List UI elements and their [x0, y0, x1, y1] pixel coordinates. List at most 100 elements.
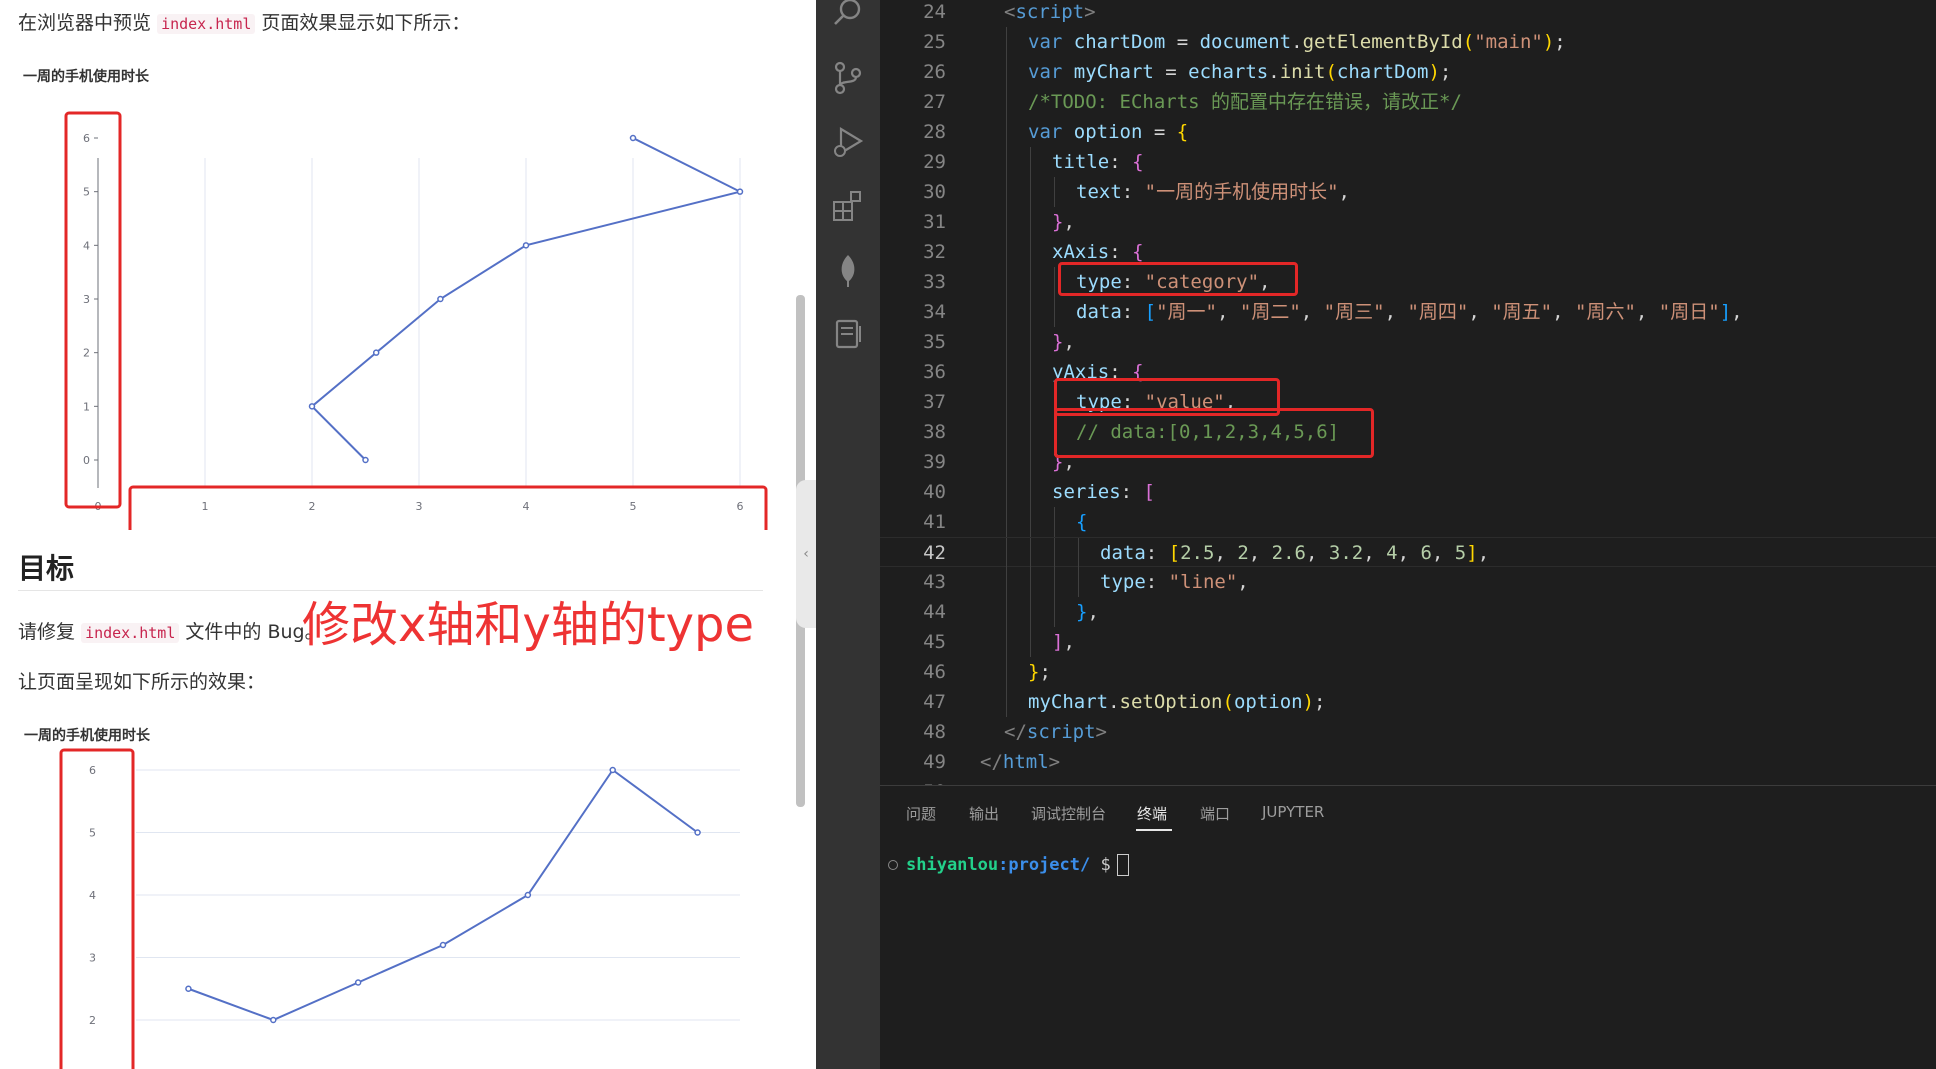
- code-token: myChart: [1073, 61, 1154, 83]
- indent-guide: [1006, 267, 1007, 297]
- code-token: ,: [1635, 301, 1659, 323]
- tab-debug-console[interactable]: 调试控制台: [1031, 803, 1106, 824]
- fix-instruction: 请修复 index.html 文件中的 Bug。: [18, 617, 324, 644]
- tab-terminal[interactable]: 终端: [1137, 803, 1167, 824]
- x-tick-label: 3: [416, 500, 423, 513]
- code-token: ,: [1397, 542, 1421, 564]
- terminal-prompt[interactable]: shiyanlou:project/ $: [906, 854, 1129, 876]
- code-token: ): [1302, 691, 1315, 713]
- data-point: [609, 766, 616, 774]
- code-token: {: [1176, 121, 1189, 143]
- data-point: [694, 829, 701, 836]
- search-icon[interactable]: [830, 0, 866, 32]
- code-line[interactable]: 28 var option = {: [880, 117, 1936, 147]
- y-tick-label: 2: [89, 1014, 96, 1027]
- y-tick-label: 4: [83, 239, 90, 252]
- code-line[interactable]: 43 type: "line",: [880, 567, 1936, 597]
- preview-prefix: 在浏览器中预览: [18, 12, 152, 34]
- source-control-icon[interactable]: [830, 60, 866, 96]
- indent-guide: [1030, 387, 1031, 417]
- code-line[interactable]: 36 yAxis: {: [880, 357, 1936, 387]
- code-token: ,: [1363, 542, 1387, 564]
- code-line[interactable]: 30 text: "一周的手机使用时长",: [880, 177, 1936, 207]
- y-tick-label: 3: [83, 293, 90, 306]
- code-line[interactable]: 38// data:[0,1,2,3,4,5,6]: [880, 417, 1936, 447]
- code-line[interactable]: 34 data: ["周一", "周二", "周三", "周四", "周五", "…: [880, 297, 1936, 327]
- indent-guide: [1078, 567, 1079, 597]
- code-token: ,: [1063, 331, 1075, 353]
- code-line[interactable]: 42 data: [2.5, 2, 2.6, 3.2, 4, 6, 5],: [880, 537, 1936, 568]
- code-line[interactable]: 33 type: "category",: [880, 267, 1936, 297]
- code-token: :: [1145, 571, 1169, 593]
- indent-guide: [1006, 327, 1007, 357]
- code-text: {: [1076, 507, 1087, 537]
- active-tab-indicator: [1136, 829, 1172, 831]
- code-token: script: [1026, 721, 1096, 743]
- code-line[interactable]: 35},: [880, 327, 1936, 357]
- panel-collapse-handle[interactable]: ‹: [796, 480, 816, 628]
- tab-problems[interactable]: 问题: [906, 803, 936, 824]
- x-tick-label: 6: [737, 500, 744, 513]
- code-token: ,: [1552, 301, 1576, 323]
- code-line[interactable]: 47 myChart.setOption(option);: [880, 687, 1936, 717]
- code-text: },: [1052, 207, 1075, 237]
- code-line[interactable]: 49 </html>: [880, 747, 1936, 777]
- tab-ports[interactable]: 端口: [1200, 803, 1230, 824]
- code-token: ): [1542, 31, 1555, 53]
- indent-guide: [1006, 357, 1007, 387]
- code-token: ;: [1314, 691, 1326, 713]
- line-number: 49: [923, 751, 946, 773]
- code-token: .: [1268, 61, 1280, 83]
- code-token: ,: [1248, 542, 1272, 564]
- line-number: 48: [923, 721, 946, 743]
- code-line[interactable]: 24 <script>: [880, 0, 1936, 27]
- code-line[interactable]: 32 xAxis: {: [880, 237, 1936, 267]
- indent-guide: [1030, 567, 1031, 597]
- line-number: 29: [923, 151, 946, 173]
- y-tick-label: 2: [83, 347, 90, 360]
- line-number: 32: [923, 241, 946, 263]
- code-line[interactable]: 40 series: [: [880, 477, 1936, 507]
- code-line[interactable]: 50: [880, 777, 1936, 785]
- code-line[interactable]: 48 </script>: [880, 717, 1936, 747]
- activity-bar: [816, 0, 880, 1069]
- code-line[interactable]: 41 {: [880, 507, 1936, 537]
- y-tick-label: 5: [83, 186, 90, 199]
- handwritten-annotation: 修改x轴和y轴的type: [302, 597, 755, 653]
- code-text: var chartDom = document.getElementById("…: [1028, 27, 1566, 57]
- indent-guide: [1006, 207, 1007, 237]
- code-token: =: [1165, 31, 1200, 53]
- tab-jupyter[interactable]: JUPYTER: [1262, 803, 1324, 821]
- indent-guide: [1006, 117, 1007, 147]
- code-line[interactable]: 27 /*TODO: ECharts 的配置中存在错误，请改正*/: [880, 87, 1936, 117]
- indent-guide: [1054, 507, 1055, 537]
- indent-guide: [1030, 357, 1031, 387]
- indent-guide: [1006, 477, 1007, 507]
- code-line[interactable]: 26 var myChart = echarts.init(chartDom);: [880, 57, 1936, 87]
- notebook-icon[interactable]: [830, 316, 866, 352]
- code-token: :: [1109, 241, 1133, 263]
- code-line[interactable]: 39},: [880, 447, 1936, 477]
- code-line[interactable]: 45],: [880, 627, 1936, 657]
- indent-guide: [1030, 627, 1031, 657]
- code-editor[interactable]: 24 <script> 25 var chartDom = document.getE…: [880, 0, 1936, 785]
- code-line[interactable]: 46};: [880, 657, 1936, 687]
- code-line[interactable]: 37 type: "value",: [880, 387, 1936, 417]
- extensions-icon[interactable]: [830, 188, 866, 224]
- code-line[interactable]: 44},: [880, 597, 1936, 627]
- mongodb-leaf-icon[interactable]: [830, 252, 866, 288]
- indent-guide: [1054, 567, 1055, 597]
- indent-guide: [1030, 297, 1031, 327]
- run-debug-icon[interactable]: [830, 124, 866, 160]
- code-token: 4: [1386, 542, 1398, 564]
- code-token: setOption: [1119, 691, 1223, 713]
- code-line[interactable]: 31},: [880, 207, 1936, 237]
- line-number: 35: [923, 331, 946, 353]
- code-text: series: [: [1052, 477, 1155, 507]
- tab-output[interactable]: 输出: [969, 803, 999, 824]
- line-number: 41: [923, 511, 946, 533]
- code-line[interactable]: 25 var chartDom = document.getElementById…: [880, 27, 1936, 57]
- code-line[interactable]: 29 title: {: [880, 147, 1936, 177]
- indent-guide: [1006, 387, 1007, 417]
- code-text: },: [1052, 327, 1075, 357]
